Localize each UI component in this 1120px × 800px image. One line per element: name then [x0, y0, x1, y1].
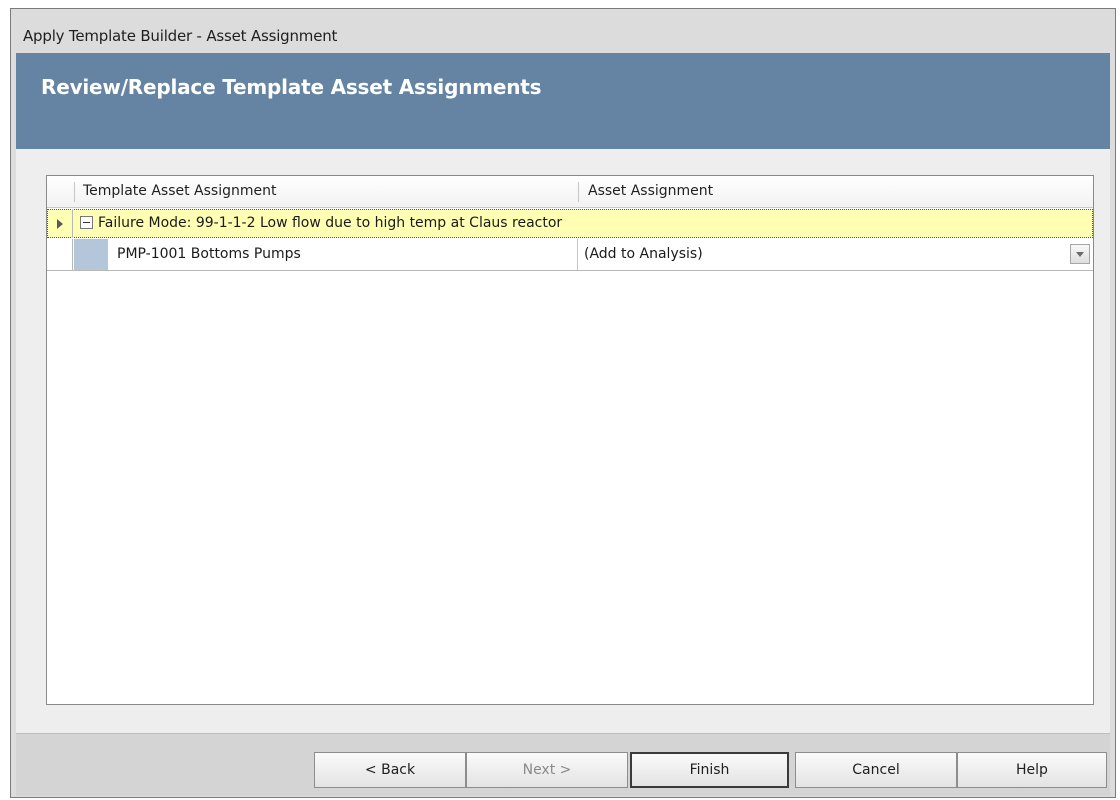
- header-banner: Review/Replace Template Asset Assignment…: [16, 53, 1110, 149]
- window-title: Apply Template Builder - Asset Assignmen…: [23, 27, 338, 45]
- cell-divider: [577, 239, 578, 270]
- next-button[interactable]: Next >: [466, 752, 628, 788]
- grid-header: Template Asset Assignment Asset Assignme…: [47, 176, 1093, 208]
- finish-button[interactable]: Finish: [630, 752, 789, 788]
- group-row-failure-mode[interactable]: Failure Mode: 99-1-1-2 Low flow due to h…: [47, 209, 1093, 238]
- template-asset-cell: PMP-1001 Bottoms Pumps: [117, 246, 301, 262]
- header-separator: [578, 182, 579, 202]
- wizard-window: Apply Template Builder - Asset Assignmen…: [10, 8, 1116, 798]
- asset-assignment-cell[interactable]: (Add to Analysis): [584, 239, 703, 270]
- back-button[interactable]: < Back: [314, 752, 466, 788]
- column-header-template-asset[interactable]: Template Asset Assignment: [83, 176, 276, 207]
- row-selector[interactable]: [47, 239, 73, 270]
- cancel-button[interactable]: Cancel: [795, 752, 957, 788]
- page-heading: Review/Replace Template Asset Assignment…: [41, 75, 542, 99]
- group-indent: [74, 239, 108, 270]
- header-separator: [74, 182, 75, 202]
- content-panel: Template Asset Assignment Asset Assignme…: [16, 149, 1110, 733]
- button-bar: < Back Next > Finish Cancel Help: [16, 733, 1110, 796]
- column-header-asset-assignment[interactable]: Asset Assignment: [588, 176, 713, 207]
- collapse-icon[interactable]: [80, 216, 93, 229]
- current-row-arrow-icon: [57, 219, 63, 229]
- title-bar: Apply Template Builder - Asset Assignmen…: [11, 9, 1115, 53]
- row-selector[interactable]: [47, 209, 73, 238]
- table-row[interactable]: PMP-1001 Bottoms Pumps (Add to Analysis): [47, 239, 1093, 271]
- chevron-down-icon[interactable]: [1070, 244, 1090, 264]
- help-button[interactable]: Help: [957, 752, 1107, 788]
- group-row-label: Failure Mode: 99-1-1-2 Low flow due to h…: [98, 215, 563, 231]
- asset-assignment-grid: Template Asset Assignment Asset Assignme…: [46, 175, 1094, 705]
